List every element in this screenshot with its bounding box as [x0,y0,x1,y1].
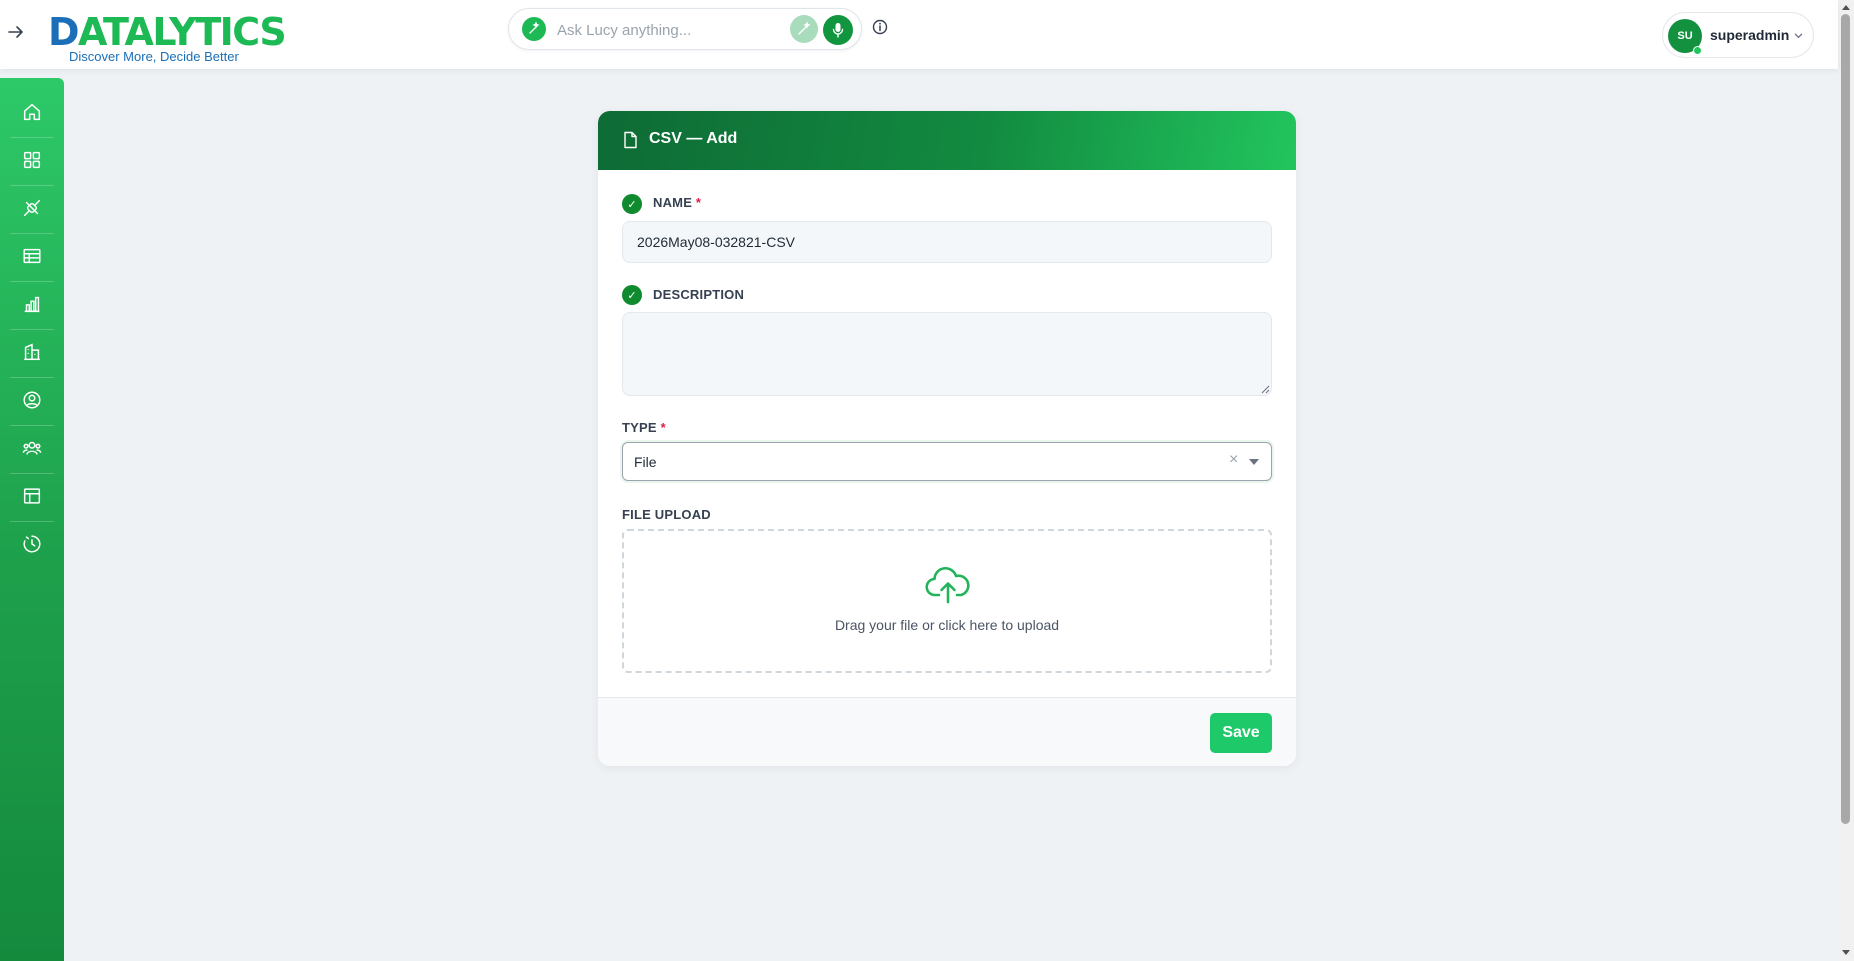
name-valid-check-icon: ✓ [622,194,642,214]
bar-chart-icon [24,296,40,313]
sidebar-item-dashboards[interactable] [0,136,64,184]
sidebar-item-home[interactable] [0,88,64,136]
file-dropzone[interactable]: Drag your file or click here to upload [622,529,1272,673]
home-icon [23,103,41,121]
save-button[interactable]: Save [1210,713,1272,753]
ask-lucy-search [508,8,862,50]
sidebar-item-teams[interactable] [0,424,64,472]
form-title: CSV — Add [649,130,738,147]
upload-hint: Drag your file or click here to upload [834,617,1060,633]
sidebar-item-organizations[interactable] [0,328,64,376]
clear-selection-icon[interactable]: × [1229,451,1238,469]
form-footer [598,697,1296,766]
description-textarea[interactable] [622,312,1272,396]
plug-icon [23,199,41,217]
logo-tagline: Discover More, Decide Better [69,49,239,64]
type-select[interactable]: File × [622,442,1272,481]
user-circle-icon [23,391,41,409]
form-header: CSV — Add [598,111,1296,170]
user-menu[interactable]: SU superadmin [1662,12,1814,58]
description-label: DESCRIPTION [653,287,745,302]
name-input[interactable] [622,221,1272,263]
scroll-up-arrow-icon[interactable] [1842,5,1850,10]
building-icon [24,343,40,361]
name-label: NAME * [653,195,701,210]
type-label-text: TYPE [622,420,657,435]
sidebar-item-layouts[interactable] [0,472,64,520]
users-icon [22,441,42,455]
scrollbar-thumb[interactable] [1841,14,1850,824]
resize-handle-icon[interactable] [1260,384,1270,394]
file-icon [624,131,637,149]
app-logo[interactable]: DATALYTICS Discover More, Decide Better [48,10,287,64]
dropdown-caret-icon[interactable] [1249,459,1259,465]
required-asterisk: * [695,195,702,210]
sidebar-item-connectors[interactable] [0,184,64,232]
table-icon [23,248,41,264]
sidebar-item-history[interactable] [0,520,64,568]
chevron-down-icon [1794,33,1803,39]
microphone-icon [832,23,844,38]
username: superadmin [1710,27,1790,43]
layout-icon [23,488,41,504]
csv-add-form: CSV — Add ✓ NAME * ✓ DESCRIPTION TYPE * … [598,111,1296,766]
top-bar: DATALYTICS Discover More, Decide Better … [0,0,1838,69]
scroll-down-arrow-icon[interactable] [1842,950,1850,955]
online-status-dot [1693,46,1702,55]
description-valid-check-icon: ✓ [622,285,642,305]
info-icon[interactable] [872,19,888,35]
magic-wand-icon [522,17,546,41]
expand-sidebar-icon[interactable] [6,22,26,42]
history-icon [23,535,41,553]
sidebar [0,78,64,961]
cloud-upload-icon [925,567,970,604]
page-scrollbar[interactable] [1838,0,1854,961]
logo-wordmark: DATALYTICS [48,10,287,54]
sparkle-wand-icon [798,21,811,35]
search-input[interactable] [555,17,789,43]
sidebar-item-profile[interactable] [0,376,64,424]
type-selected-value: File [634,454,657,470]
required-asterisk: * [660,420,666,435]
sidebar-item-charts[interactable] [0,280,64,328]
grid-icon [23,151,41,169]
sidebar-item-tables[interactable] [0,232,64,280]
voice-input-button[interactable] [823,15,853,45]
name-label-text: NAME [653,195,693,210]
type-label: TYPE * [622,420,666,435]
ai-suggest-button[interactable] [790,15,818,43]
file-upload-label: FILE UPLOAD [622,507,711,522]
